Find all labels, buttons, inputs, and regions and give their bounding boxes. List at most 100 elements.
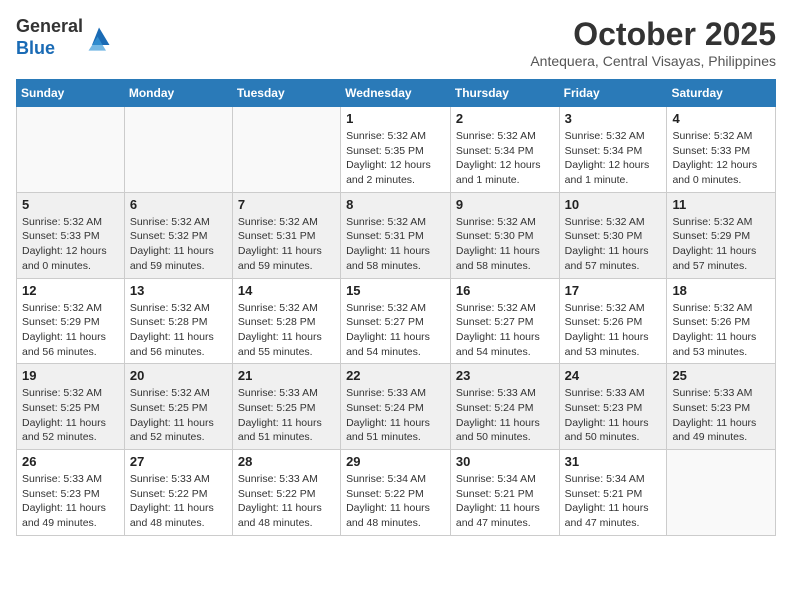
calendar-cell: 18 Sunrise: 5:32 AMSunset: 5:26 PMDayligh… bbox=[667, 278, 776, 364]
weekday-header: Thursday bbox=[450, 80, 559, 107]
calendar-cell: 5Sunrise: 5:32 AMSunset: 5:33 PMDaylight… bbox=[17, 192, 125, 278]
cell-date-number: 19 bbox=[22, 368, 119, 383]
cell-date-number: 21 bbox=[238, 368, 335, 383]
calendar-cell: 3 Sunrise: 5:32 AMSunset: 5:34 PMDaylight… bbox=[559, 107, 667, 193]
calendar-week-row: 19 Sunrise: 5:32 AMSunset: 5:25 PMDayligh… bbox=[17, 364, 776, 450]
cell-date-number: 3 bbox=[565, 111, 662, 126]
weekday-header: Sunday bbox=[17, 80, 125, 107]
cell-daylight-info: Sunrise: 5:32 AMSunset: 5:27 PMDaylight:… bbox=[346, 301, 445, 360]
cell-date-number: 9 bbox=[456, 197, 554, 212]
cell-date-number: 11 bbox=[672, 197, 770, 212]
calendar-cell: 6 Sunrise: 5:32 AMSunset: 5:32 PMDaylight… bbox=[124, 192, 232, 278]
cell-daylight-info: Sunrise: 5:32 AMSunset: 5:33 PMDaylight:… bbox=[672, 129, 770, 188]
cell-date-number: 17 bbox=[565, 283, 662, 298]
cell-daylight-info: Sunrise: 5:33 AMSunset: 5:22 PMDaylight:… bbox=[130, 472, 227, 531]
logo: General Blue bbox=[16, 16, 113, 59]
cell-date-number: 26 bbox=[22, 454, 119, 469]
page-header: General Blue October 2025 Antequera, Cen… bbox=[16, 16, 776, 69]
weekday-header: Tuesday bbox=[232, 80, 340, 107]
cell-daylight-info: Sunrise: 5:32 AMSunset: 5:30 PMDaylight:… bbox=[456, 215, 554, 274]
calendar-cell: 27 Sunrise: 5:33 AMSunset: 5:22 PMDayligh… bbox=[124, 450, 232, 536]
cell-daylight-info: Sunrise: 5:32 AMSunset: 5:26 PMDaylight:… bbox=[672, 301, 770, 360]
cell-daylight-info: Sunrise: 5:33 AMSunset: 5:23 PMDaylight:… bbox=[22, 472, 119, 531]
cell-date-number: 10 bbox=[565, 197, 662, 212]
cell-daylight-info: Sunrise: 5:32 AMSunset: 5:32 PMDaylight:… bbox=[130, 215, 227, 274]
calendar-table: SundayMondayTuesdayWednesdayThursdayFrid… bbox=[16, 79, 776, 536]
cell-date-number: 8 bbox=[346, 197, 445, 212]
calendar-cell bbox=[667, 450, 776, 536]
cell-daylight-info: Sunrise: 5:34 AMSunset: 5:21 PMDaylight:… bbox=[565, 472, 662, 531]
cell-date-number: 23 bbox=[456, 368, 554, 383]
cell-daylight-info: Sunrise: 5:32 AMSunset: 5:34 PMDaylight:… bbox=[456, 129, 554, 188]
calendar-cell: 14 Sunrise: 5:32 AMSunset: 5:28 PMDayligh… bbox=[232, 278, 340, 364]
calendar-cell: 31 Sunrise: 5:34 AMSunset: 5:21 PMDayligh… bbox=[559, 450, 667, 536]
cell-daylight-info: Sunrise: 5:32 AMSunset: 5:27 PMDaylight:… bbox=[456, 301, 554, 360]
cell-date-number: 6 bbox=[130, 197, 227, 212]
calendar-cell: 1 Sunrise: 5:32 AMSunset: 5:35 PMDaylight… bbox=[341, 107, 451, 193]
weekday-header: Wednesday bbox=[341, 80, 451, 107]
cell-date-number: 28 bbox=[238, 454, 335, 469]
cell-daylight-info: Sunrise: 5:32 AMSunset: 5:26 PMDaylight:… bbox=[565, 301, 662, 360]
cell-date-number: 24 bbox=[565, 368, 662, 383]
cell-daylight-info: Sunrise: 5:33 AMSunset: 5:22 PMDaylight:… bbox=[238, 472, 335, 531]
cell-daylight-info: Sunrise: 5:32 AMSunset: 5:31 PMDaylight:… bbox=[346, 215, 445, 274]
calendar-week-row: 12Sunrise: 5:32 AMSunset: 5:29 PMDayligh… bbox=[17, 278, 776, 364]
cell-daylight-info: Sunrise: 5:32 AMSunset: 5:35 PMDaylight:… bbox=[346, 129, 445, 188]
calendar-cell: 23 Sunrise: 5:33 AMSunset: 5:24 PMDayligh… bbox=[450, 364, 559, 450]
cell-daylight-info: Sunrise: 5:33 AMSunset: 5:24 PMDaylight:… bbox=[456, 386, 554, 445]
calendar-cell: 28 Sunrise: 5:33 AMSunset: 5:22 PMDayligh… bbox=[232, 450, 340, 536]
calendar-week-row: 5Sunrise: 5:32 AMSunset: 5:33 PMDaylight… bbox=[17, 192, 776, 278]
calendar-cell bbox=[232, 107, 340, 193]
cell-daylight-info: Sunrise: 5:32 AMSunset: 5:28 PMDaylight:… bbox=[130, 301, 227, 360]
cell-date-number: 22 bbox=[346, 368, 445, 383]
logo-text: General Blue bbox=[16, 16, 83, 59]
cell-date-number: 20 bbox=[130, 368, 227, 383]
cell-daylight-info: Sunrise: 5:33 AMSunset: 5:24 PMDaylight:… bbox=[346, 386, 445, 445]
calendar-cell: 7Sunrise: 5:32 AMSunset: 5:31 PMDaylight… bbox=[232, 192, 340, 278]
cell-daylight-info: Sunrise: 5:32 AMSunset: 5:28 PMDaylight:… bbox=[238, 301, 335, 360]
calendar-cell bbox=[17, 107, 125, 193]
cell-date-number: 14 bbox=[238, 283, 335, 298]
month-title: October 2025 bbox=[530, 16, 776, 53]
cell-daylight-info: Sunrise: 5:33 AMSunset: 5:25 PMDaylight:… bbox=[238, 386, 335, 445]
calendar-cell: 25 Sunrise: 5:33 AMSunset: 5:23 PMDayligh… bbox=[667, 364, 776, 450]
cell-date-number: 1 bbox=[346, 111, 445, 126]
calendar-cell bbox=[124, 107, 232, 193]
cell-daylight-info: Sunrise: 5:32 AMSunset: 5:29 PMDaylight:… bbox=[22, 301, 119, 360]
cell-daylight-info: Sunrise: 5:32 AMSunset: 5:29 PMDaylight:… bbox=[672, 215, 770, 274]
cell-date-number: 13 bbox=[130, 283, 227, 298]
cell-daylight-info: Sunrise: 5:32 AMSunset: 5:34 PMDaylight:… bbox=[565, 129, 662, 188]
calendar-cell: 4 Sunrise: 5:32 AMSunset: 5:33 PMDaylight… bbox=[667, 107, 776, 193]
cell-date-number: 15 bbox=[346, 283, 445, 298]
calendar-week-row: 26 Sunrise: 5:33 AMSunset: 5:23 PMDayligh… bbox=[17, 450, 776, 536]
calendar-header-row: SundayMondayTuesdayWednesdayThursdayFrid… bbox=[17, 80, 776, 107]
cell-daylight-info: Sunrise: 5:34 AMSunset: 5:21 PMDaylight:… bbox=[456, 472, 554, 531]
calendar-week-row: 1 Sunrise: 5:32 AMSunset: 5:35 PMDaylight… bbox=[17, 107, 776, 193]
calendar-cell: 30 Sunrise: 5:34 AMSunset: 5:21 PMDayligh… bbox=[450, 450, 559, 536]
weekday-header: Monday bbox=[124, 80, 232, 107]
calendar-cell: 8 Sunrise: 5:32 AMSunset: 5:31 PMDaylight… bbox=[341, 192, 451, 278]
calendar-cell: 2Sunrise: 5:32 AMSunset: 5:34 PMDaylight… bbox=[450, 107, 559, 193]
weekday-header: Friday bbox=[559, 80, 667, 107]
cell-date-number: 25 bbox=[672, 368, 770, 383]
calendar-cell: 15 Sunrise: 5:32 AMSunset: 5:27 PMDayligh… bbox=[341, 278, 451, 364]
cell-date-number: 30 bbox=[456, 454, 554, 469]
calendar-cell: 29Sunrise: 5:34 AMSunset: 5:22 PMDayligh… bbox=[341, 450, 451, 536]
cell-daylight-info: Sunrise: 5:32 AMSunset: 5:25 PMDaylight:… bbox=[130, 386, 227, 445]
calendar-cell: 11 Sunrise: 5:32 AMSunset: 5:29 PMDayligh… bbox=[667, 192, 776, 278]
location-subtitle: Antequera, Central Visayas, Philippines bbox=[530, 53, 776, 69]
calendar-cell: 13 Sunrise: 5:32 AMSunset: 5:28 PMDayligh… bbox=[124, 278, 232, 364]
calendar-cell: 26 Sunrise: 5:33 AMSunset: 5:23 PMDayligh… bbox=[17, 450, 125, 536]
cell-date-number: 5 bbox=[22, 197, 119, 212]
cell-date-number: 31 bbox=[565, 454, 662, 469]
cell-date-number: 4 bbox=[672, 111, 770, 126]
weekday-header: Saturday bbox=[667, 80, 776, 107]
logo-icon bbox=[85, 24, 113, 52]
calendar-cell: 9 Sunrise: 5:32 AMSunset: 5:30 PMDaylight… bbox=[450, 192, 559, 278]
calendar-cell: 10Sunrise: 5:32 AMSunset: 5:30 PMDayligh… bbox=[559, 192, 667, 278]
cell-daylight-info: Sunrise: 5:33 AMSunset: 5:23 PMDaylight:… bbox=[672, 386, 770, 445]
cell-date-number: 27 bbox=[130, 454, 227, 469]
calendar-cell: 24Sunrise: 5:33 AMSunset: 5:23 PMDayligh… bbox=[559, 364, 667, 450]
cell-date-number: 18 bbox=[672, 283, 770, 298]
cell-daylight-info: Sunrise: 5:32 AMSunset: 5:31 PMDaylight:… bbox=[238, 215, 335, 274]
